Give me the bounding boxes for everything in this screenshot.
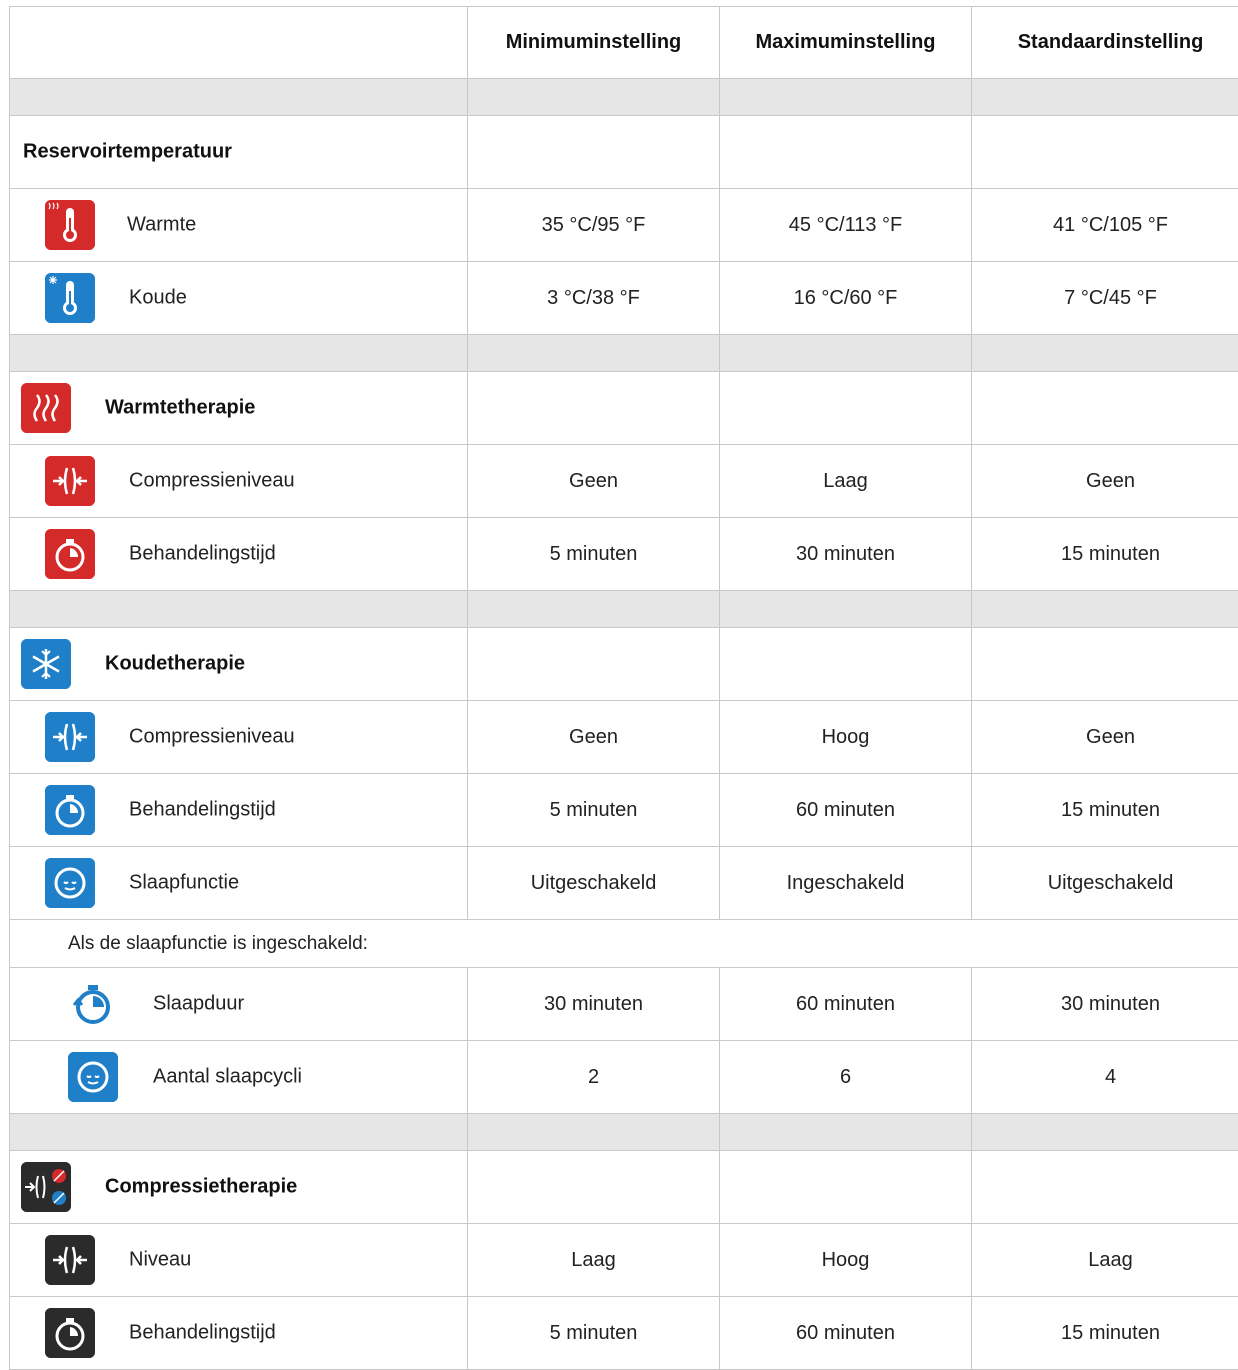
- value-max: Laag: [720, 445, 972, 518]
- item-label: Koude: [129, 287, 187, 310]
- value-min: 30 minuten: [468, 968, 720, 1041]
- item-label: Behandelingstijd: [129, 799, 276, 822]
- heat-waves-icon: [21, 383, 71, 433]
- value-min: Laag: [468, 1224, 720, 1297]
- compression-timer-icon: [45, 1308, 95, 1358]
- table-row: Warmte 35 °C/95 °F 45 °C/113 °F 41 °C/10…: [10, 189, 1238, 262]
- header-min: Minimuminstelling: [468, 7, 720, 79]
- value-min: 5 minuten: [468, 1297, 720, 1370]
- item-label: Niveau: [129, 1249, 191, 1272]
- heat-compression-icon: [45, 456, 95, 506]
- table-row: Compressieniveau Geen Hoog Geen: [10, 701, 1238, 774]
- heat-thermometer-icon: [45, 200, 95, 250]
- value-std: 15 minuten: [972, 1297, 1238, 1370]
- sleep-cycles-icon: [68, 1052, 118, 1102]
- cold-compression-icon: [45, 712, 95, 762]
- header-empty-cell: [10, 7, 468, 79]
- sleep-note: Als de slaapfunctie is ingeschakeld:: [10, 933, 1238, 955]
- value-max: 45 °C/113 °F: [720, 189, 972, 262]
- table-row: Compressieniveau Geen Laag Geen: [10, 445, 1238, 518]
- section-spacer: [10, 335, 1238, 372]
- item-label: Aantal slaapcycli: [153, 1066, 302, 1089]
- value-max: 60 minuten: [720, 774, 972, 847]
- snowflake-icon: [21, 639, 71, 689]
- section-heat-header: Warmtetherapie: [10, 372, 1238, 445]
- table-row: Aantal slaapcycli 2 6 4: [10, 1041, 1238, 1114]
- settings-table: Minimuminstelling Maximuminstelling Stan…: [9, 6, 1238, 1370]
- table-row: Koude 3 °C/38 °F 16 °C/60 °F 7 °C/45 °F: [10, 262, 1238, 335]
- table-row: Slaapduur 30 minuten 60 minuten 30 minut…: [10, 968, 1238, 1041]
- item-label: Slaapduur: [153, 993, 244, 1016]
- value-min: Geen: [468, 701, 720, 774]
- item-label: Slaapfunctie: [129, 872, 239, 895]
- section-reservoir-header: Reservoirtemperatuur: [10, 116, 1238, 189]
- header-max: Maximuminstelling: [720, 7, 972, 79]
- value-max: Hoog: [720, 1224, 972, 1297]
- table-row: Behandelingstijd 5 minuten 30 minuten 15…: [10, 518, 1238, 591]
- value-max: 60 minuten: [720, 1297, 972, 1370]
- table-row: Behandelingstijd 5 minuten 60 minuten 15…: [10, 1297, 1238, 1370]
- table-header-row: Minimuminstelling Maximuminstelling Stan…: [10, 7, 1238, 79]
- value-std: 30 minuten: [972, 968, 1238, 1041]
- value-std: 15 minuten: [972, 774, 1238, 847]
- table-row: Niveau Laag Hoog Laag: [10, 1224, 1238, 1297]
- table-row: Slaapfunctie Uitgeschakeld Ingeschakeld …: [10, 847, 1238, 920]
- section-title: Reservoirtemperatuur: [23, 141, 232, 164]
- table-row: Behandelingstijd 5 minuten 60 minuten 15…: [10, 774, 1238, 847]
- value-std: 7 °C/45 °F: [972, 262, 1238, 335]
- value-std: 15 minuten: [972, 518, 1238, 591]
- heat-timer-icon: [45, 529, 95, 579]
- section-spacer: [10, 1114, 1238, 1151]
- value-std: 41 °C/105 °F: [972, 189, 1238, 262]
- section-compression-header: Compressietherapie: [10, 1151, 1238, 1224]
- sleep-cycle-icon: [45, 858, 95, 908]
- section-spacer: [10, 591, 1238, 628]
- cold-timer-icon: [45, 785, 95, 835]
- value-min: 35 °C/95 °F: [468, 189, 720, 262]
- section-cold-header: Koudetherapie: [10, 628, 1238, 701]
- value-max: 30 minuten: [720, 518, 972, 591]
- value-std: 4: [972, 1041, 1238, 1114]
- value-std: Geen: [972, 701, 1238, 774]
- value-max: 60 minuten: [720, 968, 972, 1041]
- value-min: Uitgeschakeld: [468, 847, 720, 920]
- note-row: Als de slaapfunctie is ingeschakeld:: [10, 920, 1238, 968]
- value-min: 2: [468, 1041, 720, 1114]
- cold-thermometer-icon: [45, 273, 95, 323]
- value-max: Ingeschakeld: [720, 847, 972, 920]
- header-std: Standaardinstelling: [972, 7, 1238, 79]
- section-title: Compressietherapie: [105, 1176, 297, 1199]
- item-label: Behandelingstijd: [129, 1322, 276, 1345]
- value-std: Uitgeschakeld: [972, 847, 1238, 920]
- item-label: Behandelingstijd: [129, 543, 276, 566]
- compression-therapy-icon: [21, 1162, 71, 1212]
- value-min: Geen: [468, 445, 720, 518]
- value-std: Laag: [972, 1224, 1238, 1297]
- compression-level-icon: [45, 1235, 95, 1285]
- item-label: Compressieniveau: [129, 470, 295, 493]
- section-spacer: [10, 79, 1238, 116]
- value-min: 5 minuten: [468, 518, 720, 591]
- value-std: Geen: [972, 445, 1238, 518]
- value-max: 6: [720, 1041, 972, 1114]
- section-title: Koudetherapie: [105, 653, 245, 676]
- item-label: Warmte: [127, 214, 196, 237]
- item-label: Compressieniveau: [129, 726, 295, 749]
- value-max: Hoog: [720, 701, 972, 774]
- section-title: Warmtetherapie: [105, 397, 255, 420]
- sleep-duration-timer-icon: [68, 979, 118, 1029]
- value-min: 5 minuten: [468, 774, 720, 847]
- value-max: 16 °C/60 °F: [720, 262, 972, 335]
- value-min: 3 °C/38 °F: [468, 262, 720, 335]
